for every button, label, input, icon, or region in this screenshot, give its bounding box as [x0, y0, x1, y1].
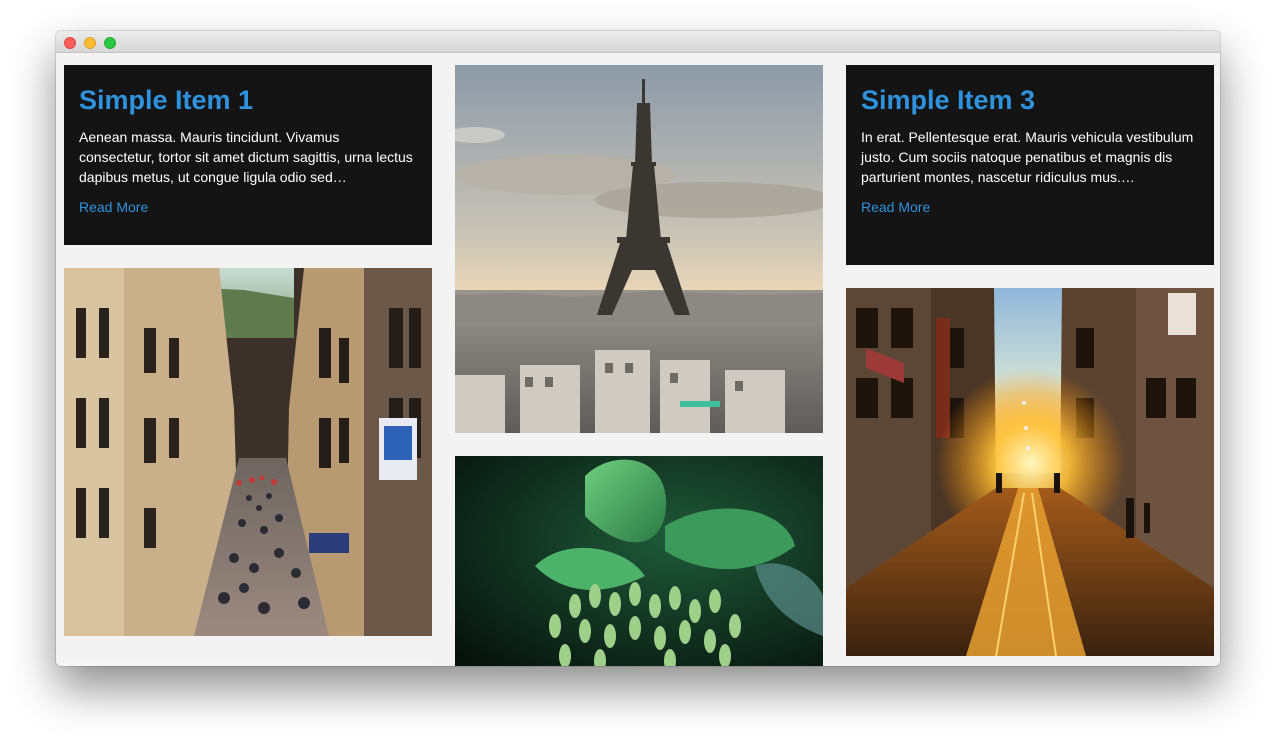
- window-titlebar: [56, 31, 1220, 53]
- minimize-window-button[interactable]: [84, 37, 96, 49]
- item-card-3: Simple Item 3 In erat. Pellentesque erat…: [846, 65, 1214, 265]
- read-more-link[interactable]: Read More: [79, 199, 148, 215]
- item-card-1: Simple Item 1 Aenean massa. Mauris tinci…: [64, 65, 432, 245]
- street-crowd-image: [64, 268, 432, 636]
- item-excerpt: Aenean massa. Mauris tincidunt. Vivamus …: [79, 129, 413, 185]
- green-plant-image: [455, 456, 823, 666]
- read-more-link[interactable]: Read More: [861, 199, 930, 215]
- image-tile-partial[interactable]: [64, 660, 432, 666]
- item-excerpt: In erat. Pellentesque erat. Mauris vehic…: [861, 129, 1194, 185]
- masonry-grid: Simple Item 1 Aenean massa. Mauris tinci…: [56, 53, 1220, 666]
- image-tile-street-crowd[interactable]: [64, 268, 432, 636]
- eiffel-tower-image: [455, 65, 823, 433]
- zoom-window-button[interactable]: [104, 37, 116, 49]
- image-tile-eiffel-tower[interactable]: [455, 65, 823, 433]
- image-tile-green-plant[interactable]: [455, 456, 823, 666]
- close-window-button[interactable]: [64, 37, 76, 49]
- image-tile-sunset-street[interactable]: [846, 288, 1214, 656]
- sunset-street-image: [846, 288, 1214, 656]
- browser-window: Simple Item 1 Aenean massa. Mauris tinci…: [56, 31, 1220, 666]
- item-title[interactable]: Simple Item 3: [861, 83, 1199, 117]
- item-title[interactable]: Simple Item 1: [79, 83, 417, 117]
